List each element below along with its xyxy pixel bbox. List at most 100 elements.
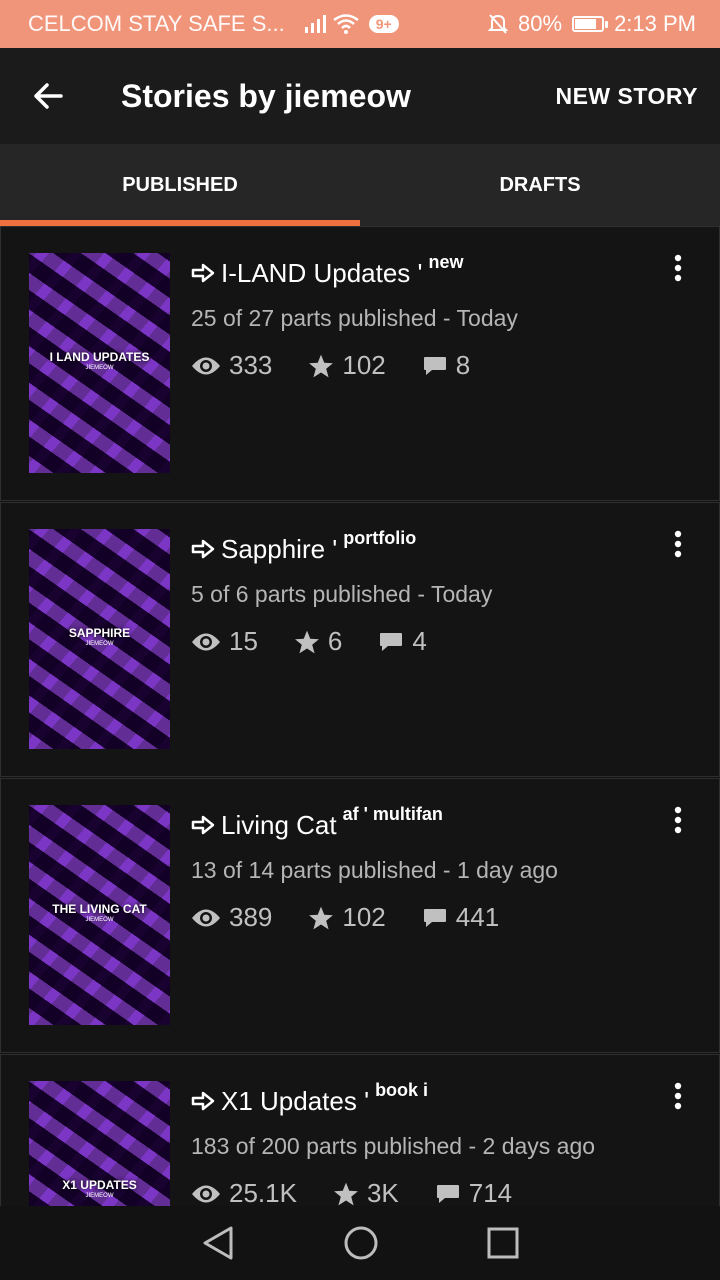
story-title[interactable]: I-LAND Updates ' new: [191, 253, 659, 293]
tab-drafts[interactable]: DRAFTS: [360, 144, 720, 226]
votes-count: 102: [342, 350, 386, 380]
tab-published[interactable]: PUBLISHED: [0, 144, 360, 226]
reads-stat: 25.1K: [191, 1178, 297, 1206]
story-card[interactable]: X1 UPDATES JIEMEOW X1 Updates ' book i 18…: [0, 1054, 720, 1206]
more-options-button[interactable]: [663, 529, 693, 559]
comments-stat: 714: [435, 1178, 512, 1206]
notifications-off-icon: [488, 14, 509, 34]
comment-icon: [436, 1184, 459, 1203]
share-arrow-icon: [191, 1081, 215, 1121]
votes-count: 6: [327, 626, 343, 656]
more-vert-icon: [674, 254, 682, 282]
votes-count: 3K: [366, 1178, 399, 1206]
eye-icon: [192, 909, 220, 926]
story-stats: 333 102 8: [191, 350, 659, 381]
story-card[interactable]: SAPPHIRE JIEMEOW Sapphire ' portfolio 5 o…: [0, 502, 720, 777]
cover-title: SAPPHIRE: [68, 625, 131, 640]
tab-bar: PUBLISHED DRAFTS: [0, 144, 720, 226]
story-title-text: X1 Updates ': [221, 1086, 370, 1116]
votes-stat: 6: [294, 626, 342, 657]
story-info: X1 Updates ' book i 183 of 200 parts publ…: [191, 1081, 659, 1206]
story-title-tag: book i: [375, 1080, 429, 1100]
cover-title: X1 UPDATES: [62, 1177, 137, 1192]
notification-count-badge: 9+: [368, 15, 399, 33]
parts-published: 183 of 200 parts published - 2 days ago: [191, 1133, 596, 1159]
story-cover[interactable]: I LAND UPDATES JIEMEOW: [29, 253, 170, 473]
share-arrow-icon: [191, 529, 215, 569]
reads-stat: 389: [191, 902, 272, 933]
story-cover[interactable]: THE LIVING CAT JIEMEOW: [29, 805, 170, 1025]
carrier-label: CELCOM STAY SAFE S...: [28, 11, 285, 36]
comments-count: 8: [455, 350, 471, 380]
reads-count: 15: [229, 626, 258, 656]
reads-count: 333: [229, 350, 273, 380]
parts-published: 13 of 14 parts published - 1 day ago: [191, 857, 558, 883]
signal-icon: [304, 15, 326, 33]
comments-count: 714: [468, 1178, 513, 1206]
nav-home-icon[interactable]: [343, 1225, 379, 1261]
cover-author: JIEMEOW: [85, 917, 114, 924]
share-arrow-icon: [191, 805, 215, 845]
story-title[interactable]: Sapphire ' portfolio: [191, 529, 659, 569]
story-card[interactable]: THE LIVING CAT JIEMEOW Living Cat af ' mu…: [0, 778, 720, 1053]
star-icon: [309, 906, 334, 929]
story-cover[interactable]: SAPPHIRE JIEMEOW: [29, 529, 170, 749]
story-info: Living Cat af ' multifan 13 of 14 parts p…: [191, 805, 659, 933]
comment-icon: [423, 908, 446, 927]
parts-published: 5 of 6 parts published - Today: [191, 581, 493, 607]
cover-title: I LAND UPDATES: [49, 349, 150, 364]
votes-count: 102: [342, 902, 386, 932]
eye-icon: [192, 1185, 220, 1202]
reads-count: 389: [229, 902, 273, 932]
comment-icon: [423, 356, 446, 375]
story-info: I-LAND Updates ' new 25 of 27 parts publi…: [191, 253, 659, 381]
star-icon: [309, 354, 334, 377]
battery-icon: [572, 16, 609, 32]
story-info: Sapphire ' portfolio 5 of 6 parts publish…: [191, 529, 659, 657]
reads-count: 25.1K: [229, 1178, 297, 1206]
comments-stat: 4: [378, 626, 427, 657]
share-arrow-icon: [191, 253, 215, 293]
more-options-button[interactable]: [663, 805, 693, 835]
cover-title: THE LIVING CAT: [52, 901, 147, 916]
story-list: I LAND UPDATES JIEMEOW I-LAND Updates ' n…: [0, 226, 720, 1206]
more-vert-icon: [674, 806, 682, 834]
reads-stat: 333: [191, 350, 272, 381]
more-options-button[interactable]: [663, 253, 693, 283]
back-arrow-icon: [34, 83, 63, 109]
star-icon: [334, 1182, 358, 1205]
page-title: Stories by jiemeow: [121, 77, 411, 114]
story-title[interactable]: X1 Updates ' book i: [191, 1081, 659, 1121]
back-button[interactable]: [0, 48, 96, 144]
app-bar: Stories by jiemeow NEW STORY: [0, 48, 720, 144]
comment-icon: [380, 632, 403, 651]
cover-author: JIEMEOW: [85, 641, 114, 648]
story-title-text: I-LAND Updates ': [221, 258, 423, 288]
reads-stat: 15: [191, 626, 258, 657]
system-nav-bar: [0, 1206, 720, 1280]
more-vert-icon: [674, 1082, 682, 1110]
story-title[interactable]: Living Cat af ' multifan: [191, 805, 659, 845]
votes-stat: 3K: [333, 1178, 399, 1206]
story-title-tag: new: [428, 252, 464, 272]
more-options-button[interactable]: [663, 1081, 693, 1111]
story-card[interactable]: I LAND UPDATES JIEMEOW I-LAND Updates ' n…: [0, 226, 720, 501]
nav-recents-icon[interactable]: [487, 1227, 519, 1259]
eye-icon: [192, 633, 220, 650]
new-story-button[interactable]: NEW STORY: [555, 83, 698, 110]
story-stats: 389 102 441: [191, 902, 659, 933]
cover-author: JIEMEOW: [85, 365, 114, 372]
nav-back-icon[interactable]: [201, 1225, 235, 1261]
story-title-tag: af ' multifan: [342, 804, 443, 824]
status-bar: CELCOM STAY SAFE S... 9+ 80% 2:13 PM: [0, 0, 720, 48]
votes-stat: 102: [308, 902, 386, 933]
more-vert-icon: [674, 530, 682, 558]
cover-author: JIEMEOW: [85, 1193, 114, 1200]
story-stats: 25.1K 3K 714: [191, 1178, 659, 1206]
story-title-text: Sapphire ': [221, 534, 338, 564]
parts-published: 25 of 27 parts published - Today: [191, 305, 518, 331]
clock: 2:13 PM: [614, 11, 696, 36]
story-cover[interactable]: X1 UPDATES JIEMEOW: [29, 1081, 170, 1206]
comments-stat: 8: [422, 350, 470, 381]
signal-icons: 9+: [303, 14, 399, 34]
